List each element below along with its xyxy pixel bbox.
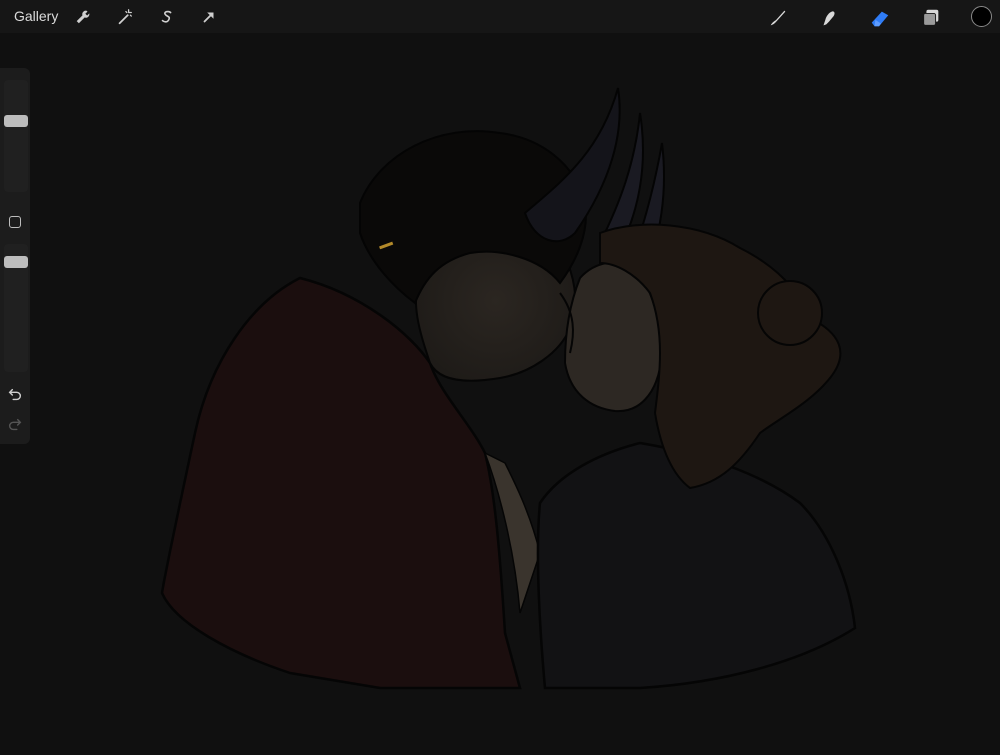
artwork: [160, 87, 857, 690]
magic-wand-icon[interactable]: [115, 7, 135, 27]
color-picker-button[interactable]: [971, 6, 992, 27]
selection-s-icon[interactable]: [157, 7, 177, 27]
brush-size-slider[interactable]: [4, 80, 28, 192]
brush-size-thumb[interactable]: [4, 115, 28, 127]
eraser-icon[interactable]: [868, 6, 892, 30]
wrench-icon[interactable]: [73, 7, 93, 27]
left-sidebar: [0, 68, 30, 444]
drawing-canvas[interactable]: [0, 33, 1000, 750]
modify-button[interactable]: [9, 216, 21, 228]
brush-icon[interactable]: [766, 6, 790, 30]
transform-arrow-icon[interactable]: [199, 7, 219, 27]
gallery-button[interactable]: Gallery: [14, 8, 58, 24]
opacity-thumb[interactable]: [4, 255, 28, 268]
hair-bun: [757, 280, 823, 346]
top-toolbar: Gallery: [0, 0, 1000, 33]
redo-icon[interactable]: [6, 416, 24, 434]
undo-icon[interactable]: [6, 386, 24, 404]
smudge-icon[interactable]: [817, 6, 841, 30]
layers-icon[interactable]: [919, 6, 943, 30]
